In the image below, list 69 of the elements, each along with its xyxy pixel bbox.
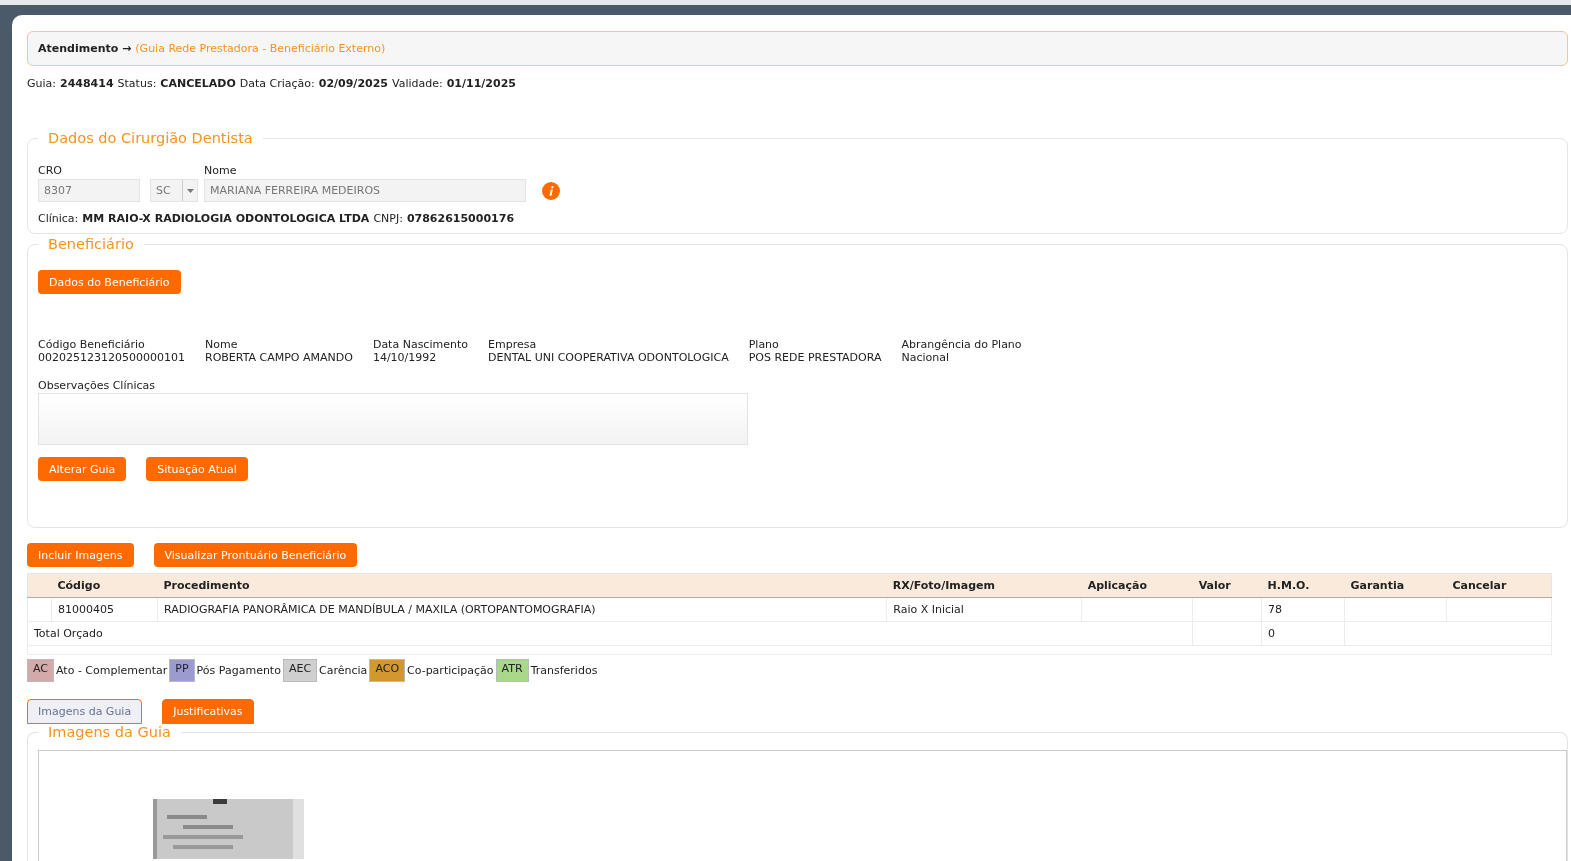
name-field[interactable]: MARIANA FERREIRA MEDEIROS xyxy=(204,179,526,202)
status-label: Co-participação xyxy=(407,664,494,677)
section-title: Imagens da Guia xyxy=(47,724,172,740)
table-cell: Raio X Inicial xyxy=(893,603,964,616)
status-label: Ato - Complementar xyxy=(56,664,168,677)
field-value: DENTAL UNI COOPERATIVA ODONTOLOGICA xyxy=(488,351,729,364)
uf-select[interactable]: SC xyxy=(150,179,198,202)
section-title: Dados do Cirurgião Dentista xyxy=(47,130,254,146)
section-title: Beneficiário xyxy=(47,236,135,252)
field-label: Observações Clínicas xyxy=(38,379,157,392)
info-label: Status: xyxy=(117,77,157,90)
column-header: Código xyxy=(57,579,101,592)
info-label: Data Criação: xyxy=(239,77,315,90)
table-cell: 78 xyxy=(1268,603,1283,616)
status-code-tag: ATR xyxy=(495,659,529,682)
tab[interactable]: Imagens da Guia xyxy=(27,699,143,724)
table-cell: 81000405 xyxy=(58,603,114,616)
field-value: POS REDE PRESTADORA xyxy=(748,351,882,364)
column-header: H.M.O. xyxy=(1267,579,1310,592)
column-header: Garantia xyxy=(1350,579,1405,592)
clinic-label: Clínica: xyxy=(38,212,79,225)
info-value: 2448414 xyxy=(60,77,114,90)
status-label: Carência xyxy=(319,664,368,677)
column-header: Aplicação xyxy=(1087,579,1148,592)
field-value: 14/10/1992 xyxy=(372,351,438,364)
status-code-tag: AEC xyxy=(282,659,318,682)
field-label: CRO xyxy=(38,164,63,177)
observations-field[interactable] xyxy=(38,393,748,445)
status-label: Pós Pagamento xyxy=(196,664,281,677)
action-button[interactable]: Visualizar Prontuário Beneficiário xyxy=(153,543,358,567)
info-value: CANCELADO xyxy=(160,77,236,90)
action-button[interactable]: Incluir Imagens xyxy=(27,543,134,567)
status-code-tag: ACO xyxy=(369,659,406,682)
action-button[interactable]: Alterar Guia xyxy=(38,457,127,481)
info-label: Validade: xyxy=(392,77,443,90)
column-header: RX/Foto/Imagem xyxy=(892,579,995,592)
action-button[interactable]: Situação Atual xyxy=(146,457,248,481)
field-value: ROBERTA CAMPO AMANDO xyxy=(205,351,353,364)
breadcrumb-subtitle: (Guia Rede Prestadora - Beneficiário Externo) xyxy=(135,42,386,55)
column-header: Cancelar xyxy=(1452,579,1507,592)
info-label: Guia: xyxy=(27,77,56,90)
clinic-value: 07862615000176 xyxy=(406,212,515,225)
status-code-tag: PP xyxy=(169,659,195,682)
info-icon[interactable] xyxy=(542,182,560,200)
total-value: 0 xyxy=(1268,627,1276,640)
info-value: 02/09/2025 xyxy=(318,77,388,90)
table-cell: RADIOGRAFIA PANORÂMICA DE MANDÍBULA / MAXILA (ORTOPANTOMOGRAFIA) xyxy=(163,603,596,616)
caret-icon xyxy=(186,188,194,193)
field-value: Nacional xyxy=(901,351,950,364)
status-code-tag: AC xyxy=(27,659,54,682)
status-label: Transferidos xyxy=(530,664,598,677)
column-header: Valor xyxy=(1198,579,1231,592)
field-label: Nome xyxy=(205,338,239,351)
field-label: Plano xyxy=(748,338,780,351)
field-label: Nome xyxy=(204,164,238,177)
field-label: Data Nascimento xyxy=(372,338,468,351)
breadcrumb-title: Atendimento → xyxy=(38,42,132,55)
cro-field[interactable]: 8307 xyxy=(38,179,140,202)
beneficiary-button[interactable]: Dados do Beneficiário xyxy=(38,270,181,294)
field-label: Código Beneficiário xyxy=(38,338,146,351)
info-value: 01/11/2025 xyxy=(446,77,516,90)
field-label: Abrangência do Plano xyxy=(901,338,1022,351)
column-header: Procedimento xyxy=(163,579,250,592)
clinic-label: CNPJ: xyxy=(373,212,403,225)
total-label: Total Orçado xyxy=(34,627,103,640)
field-value: 002025123120500000101 xyxy=(38,351,185,364)
tab[interactable]: Justificativas xyxy=(162,699,254,724)
clinic-value: MM RAIO-X RADIOLOGIA ODONTOLOGICA LTDA xyxy=(82,212,370,225)
field-label: Empresa xyxy=(488,338,538,351)
